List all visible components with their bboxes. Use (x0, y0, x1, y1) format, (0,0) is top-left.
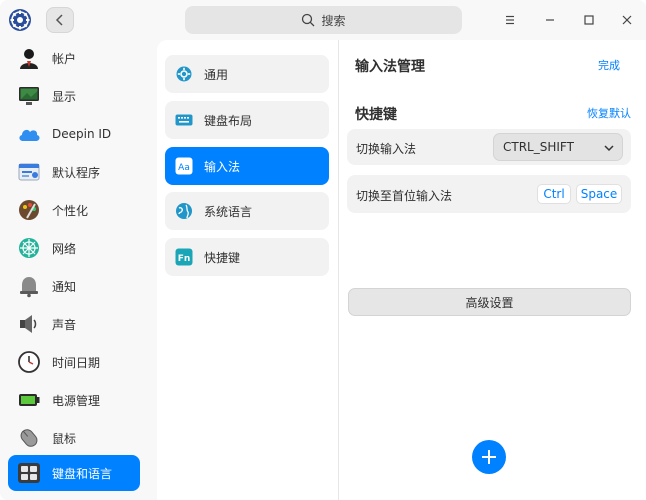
sidebar-item-label: 鼠标 (52, 431, 77, 446)
keyboard-layout-icon (175, 111, 193, 129)
back-button[interactable] (46, 7, 74, 33)
cloud-icon (16, 121, 42, 147)
sidebar-item-label: 默认程序 (52, 165, 101, 180)
shortcut-key-ctrl[interactable]: Ctrl (537, 184, 571, 204)
sidebar-item-label: 时间日期 (52, 355, 101, 370)
network-icon (16, 235, 42, 261)
switch-im-label: 切换输入法 (356, 142, 417, 156)
personalization-icon (16, 197, 42, 223)
sidebar-item-label: 电源管理 (52, 393, 101, 408)
sidebar-item-label: Deepin ID (52, 127, 112, 141)
sidebar-item-label: 显示 (52, 89, 77, 104)
svg-text:Fn: Fn (178, 254, 191, 264)
shortcut-title: 快捷键 (355, 107, 397, 123)
sidebar-item-sound[interactable]: 声音 (8, 306, 140, 342)
sidebar-item-label: 键盘和语言 (52, 466, 113, 481)
subnav-item-input-method[interactable]: Aa 输入法 (165, 147, 329, 185)
minimize-icon (546, 19, 554, 21)
subnav-item-general[interactable]: 通用 (165, 55, 329, 93)
default-apps-icon (16, 159, 42, 185)
speaker-icon (16, 311, 42, 337)
sidebar-item-network[interactable]: 网络 (8, 230, 140, 266)
maximize-button[interactable] (579, 10, 599, 30)
globe-icon (175, 202, 193, 220)
bell-icon (16, 273, 42, 299)
chevron-down-icon (604, 145, 614, 152)
sidebar-item-mouse[interactable]: 鼠标 (8, 420, 140, 456)
search-input[interactable]: 搜索 (185, 6, 462, 34)
subnav-item-label: 系统语言 (204, 205, 253, 219)
app-logo-icon (8, 8, 32, 32)
close-button[interactable] (617, 10, 637, 30)
input-method-icon: Aa (175, 157, 193, 175)
subnav-item-label: 快捷键 (204, 251, 241, 265)
switch-first-im-row: 切换至首位输入法 Ctrl Space (347, 175, 631, 213)
minimize-button[interactable] (540, 10, 560, 30)
sidebar-item-keyboard-language[interactable]: 键盘和语言 (8, 455, 140, 491)
sidebar-item-label: 个性化 (52, 203, 89, 218)
titlebar: 搜索 (0, 0, 646, 40)
sidebar-item-default-apps[interactable]: 默认程序 (8, 154, 140, 190)
fn-key-icon: Fn (175, 248, 193, 266)
menu-button[interactable] (500, 10, 520, 30)
advanced-settings-button[interactable]: 高级设置 (348, 288, 631, 316)
subnav-item-label: 输入法 (204, 160, 241, 174)
switch-first-im-label: 切换至首位输入法 (356, 189, 453, 203)
done-link[interactable]: 完成 (598, 57, 620, 73)
sidebar-item-account[interactable]: 帐户 (8, 40, 140, 76)
subnav-item-system-language[interactable]: 系统语言 (165, 192, 329, 230)
keyboard-icon (16, 460, 42, 486)
menu-icon (506, 15, 514, 25)
sidebar: 帐户 显示 Deepin ID 默认程序 个性化 网络 通知 声音 时间日期 电… (0, 40, 148, 500)
subnav-item-label: 通用 (204, 68, 229, 82)
sidebar-item-label: 帐户 (52, 51, 77, 66)
subnav-item-shortcuts[interactable]: Fn 快捷键 (165, 238, 329, 276)
sidebar-item-deepin-id[interactable]: Deepin ID (8, 116, 140, 152)
input-method-panel: 输入法管理 完成 快捷键 恢复默认 切换输入法 CTRL_SHIFT 切换至首位… (339, 40, 646, 500)
switch-im-row: 切换输入法 CTRL_SHIFT (347, 129, 631, 165)
sidebar-item-label: 网络 (52, 241, 77, 256)
maximize-icon (584, 15, 594, 25)
display-icon (16, 83, 42, 109)
sidebar-item-label: 通知 (52, 279, 77, 294)
restore-default-link[interactable]: 恢复默认 (587, 105, 631, 121)
plus-icon (482, 450, 496, 464)
search-icon (302, 13, 315, 27)
chevron-left-icon (55, 14, 63, 26)
switch-im-dropdown[interactable]: CTRL_SHIFT (493, 133, 623, 161)
sidebar-item-notification[interactable]: 通知 (8, 268, 140, 304)
shortcut-key-space[interactable]: Space (576, 184, 622, 204)
clock-icon (16, 349, 42, 375)
subnav-item-label: 键盘布局 (204, 114, 253, 128)
subnav-item-keyboard-layout[interactable]: 键盘布局 (165, 101, 329, 139)
sidebar-item-label: 声音 (52, 317, 77, 332)
close-icon (622, 15, 632, 25)
sidebar-item-display[interactable]: 显示 (8, 78, 140, 114)
account-icon (16, 45, 42, 71)
im-manage-title: 输入法管理 (355, 59, 425, 75)
settings-window: 搜索 帐户 显示 Deepin ID 默认程序 个性化 网络 通知 声音 时间日… (0, 0, 646, 500)
mouse-icon (16, 425, 42, 451)
add-input-method-button[interactable] (472, 440, 506, 474)
svg-text:Aa: Aa (178, 163, 190, 173)
battery-icon (16, 387, 42, 413)
subnav-panel: 通用 键盘布局 Aa 输入法 系统语言 Fn 快捷键 (157, 40, 338, 500)
search-placeholder: 搜索 (321, 13, 346, 28)
gear-icon (175, 65, 193, 83)
sidebar-item-datetime[interactable]: 时间日期 (8, 344, 140, 380)
switch-im-value: CTRL_SHIFT (503, 140, 574, 154)
sidebar-item-power[interactable]: 电源管理 (8, 382, 140, 418)
sidebar-item-personalization[interactable]: 个性化 (8, 192, 140, 228)
